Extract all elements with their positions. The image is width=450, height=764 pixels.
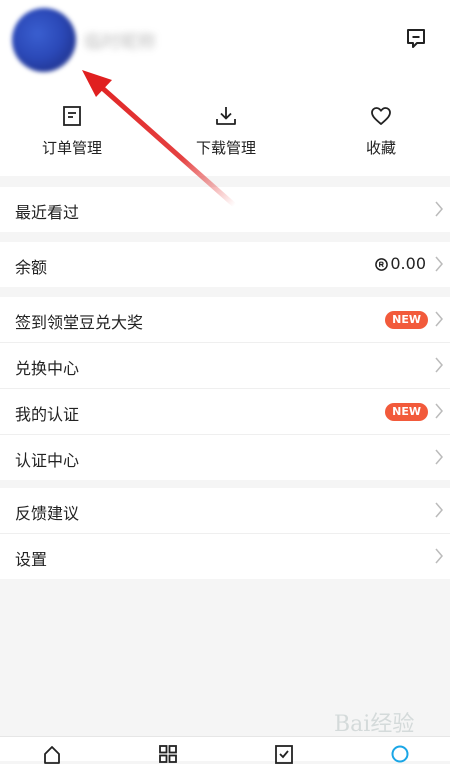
- coin-icon: [375, 258, 388, 271]
- task-icon[interactable]: [274, 744, 294, 764]
- menu-item-balance[interactable]: 余额 0.00: [0, 242, 450, 287]
- new-badge: NEW: [385, 311, 428, 329]
- menu-item-label: 反馈建议: [15, 504, 80, 523]
- menu-item-checkin[interactable]: 签到领堂豆兑大奖 NEW: [0, 297, 450, 343]
- rewards-card: 签到领堂豆兑大奖 NEW 兑换中心 我的认证 NEW 认证中心: [0, 297, 450, 480]
- chevron-right-icon: [435, 256, 443, 272]
- message-icon[interactable]: [404, 26, 428, 50]
- balance-value: 0.00: [390, 254, 426, 273]
- download-management-button[interactable]: 下载管理: [171, 104, 281, 168]
- menu-item-exchange[interactable]: 兑换中心: [0, 343, 450, 389]
- new-badge: NEW: [385, 403, 428, 421]
- chevron-right-icon: [435, 548, 443, 564]
- chevron-right-icon: [435, 449, 443, 465]
- favorites-button[interactable]: 收藏: [326, 104, 436, 168]
- menu-item-settings[interactable]: 设置: [0, 534, 450, 579]
- menu-item-label: 最近看过: [15, 203, 80, 222]
- menu-item-label: 我的认证: [15, 405, 80, 424]
- bottom-tab-bar: [0, 736, 450, 764]
- profile-tab-icon[interactable]: [390, 744, 410, 764]
- menu-item-label: 设置: [15, 550, 48, 569]
- home-icon[interactable]: [42, 744, 62, 764]
- settings-card: 反馈建议 设置: [0, 488, 450, 579]
- balance-card: 余额 0.00: [0, 242, 450, 287]
- recent-card: 最近看过: [0, 187, 450, 232]
- profile-header: 临时昵称: [0, 0, 450, 90]
- menu-item-my-certification[interactable]: 我的认证 NEW: [0, 389, 450, 435]
- menu-item-recent[interactable]: 最近看过: [0, 187, 450, 232]
- favorites-label: 收藏: [365, 139, 396, 157]
- download-management-label: 下载管理: [195, 139, 256, 157]
- menu-item-label: 余额: [15, 258, 48, 277]
- chevron-right-icon: [435, 403, 443, 419]
- watermark-logo: Bai经验: [334, 712, 415, 737]
- menu-item-label: 认证中心: [15, 451, 80, 470]
- chevron-right-icon: [435, 357, 443, 373]
- chevron-right-icon: [435, 311, 443, 327]
- menu-item-feedback[interactable]: 反馈建议: [0, 488, 450, 534]
- quick-actions: 订单管理 下载管理 收藏: [0, 90, 450, 176]
- download-icon: [216, 107, 236, 125]
- order-management-button[interactable]: 订单管理: [17, 104, 127, 168]
- menu-item-label: 兑换中心: [15, 359, 80, 378]
- order-management-label: 订单管理: [41, 139, 102, 157]
- username[interactable]: 临时昵称: [84, 28, 184, 53]
- chevron-right-icon: [435, 201, 443, 217]
- category-icon[interactable]: [158, 744, 178, 764]
- heart-icon: [371, 107, 391, 125]
- avatar[interactable]: [12, 8, 76, 72]
- menu-item-certification-center[interactable]: 认证中心: [0, 435, 450, 480]
- menu-item-label: 签到领堂豆兑大奖: [15, 313, 144, 332]
- order-icon: [63, 106, 81, 126]
- chevron-right-icon: [435, 502, 443, 518]
